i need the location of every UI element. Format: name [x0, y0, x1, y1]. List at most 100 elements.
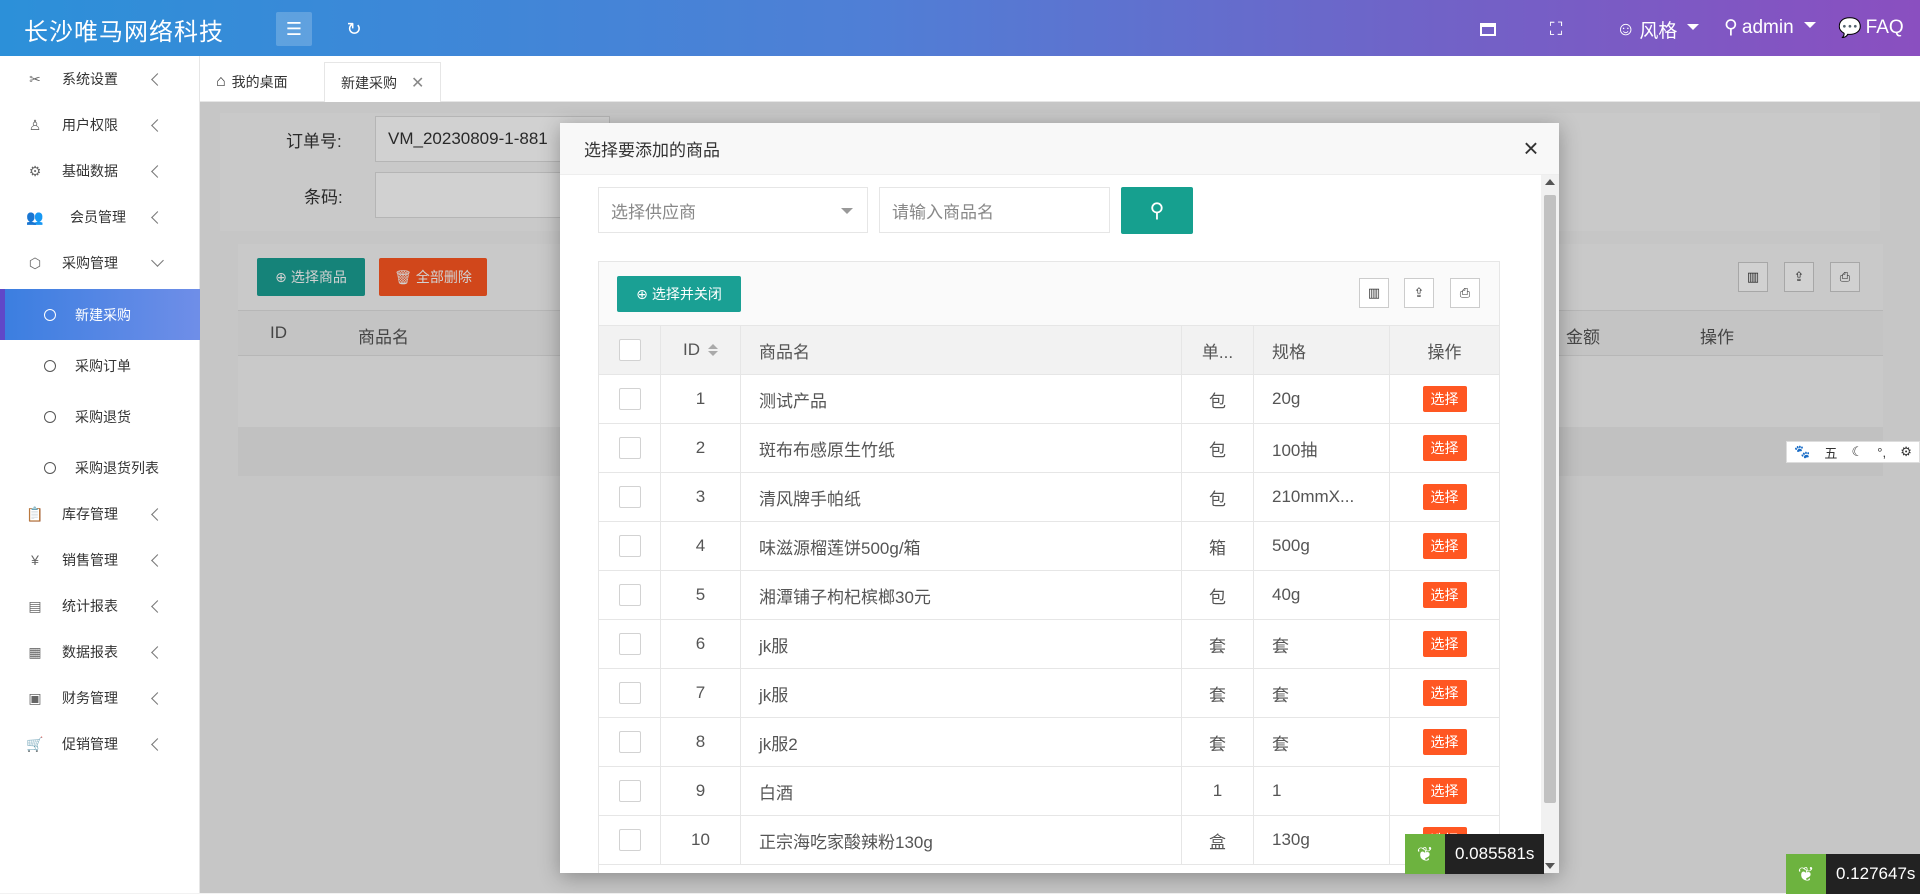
row-checkbox[interactable]	[618, 829, 641, 851]
faq-link[interactable]: 💬 FAQ	[1838, 16, 1904, 40]
row-checkbox[interactable]	[618, 486, 641, 508]
sidebar-item-finance[interactable]: ▣ 财务管理	[0, 675, 200, 721]
sidebar-item-data-reports[interactable]: ▦ 数据报表	[0, 629, 200, 675]
column-header-id[interactable]: ID	[661, 326, 741, 374]
cell-unit: 箱	[1182, 522, 1254, 570]
select-all-checkbox[interactable]	[618, 339, 641, 361]
scroll-up-icon[interactable]	[1545, 179, 1555, 185]
sidebar-item-basic-data[interactable]: ⚙ 基础数据	[0, 148, 200, 194]
chevron-left-icon	[151, 691, 164, 705]
chevron-left-icon	[151, 645, 164, 659]
tab-home[interactable]: ⌂ 我的桌面	[200, 62, 304, 102]
select-row-button[interactable]: 选择	[1422, 484, 1467, 510]
style-menu[interactable]: ☺ 风格	[1616, 16, 1700, 43]
table-row[interactable]: 1 测试产品包 20g 选择	[599, 375, 1499, 424]
modal-scrollbar[interactable]	[1541, 175, 1559, 873]
window-button[interactable]	[1470, 12, 1506, 46]
columns-button[interactable]: ▥	[1359, 278, 1389, 308]
sidebar-subitem-label: 采购退货列表	[75, 459, 159, 476]
scroll-thumb[interactable]	[1544, 195, 1556, 803]
row-checkbox[interactable]	[618, 388, 641, 410]
select-row-button[interactable]: 选择	[1422, 582, 1467, 608]
select-row-button[interactable]: 选择	[1422, 435, 1467, 461]
sidebar-item-inventory[interactable]: 📋 库存管理	[0, 491, 200, 537]
search-icon: ⚲	[1149, 200, 1165, 222]
sidebar-subitem-purchase-return[interactable]: 采购退货	[0, 391, 200, 442]
sidebar-item-label: 基础数据	[62, 163, 118, 179]
user-menu[interactable]: ⚲ admin	[1724, 16, 1816, 39]
app-logo: 长沙唯马网络科技	[24, 19, 224, 46]
row-checkbox[interactable]	[618, 584, 641, 606]
user-label: admin	[1741, 16, 1794, 38]
sidebar-item-promotion[interactable]: 🛒 促销管理	[0, 721, 200, 767]
cell-spec: 1	[1254, 767, 1390, 815]
sidebar-item-label: 销售管理	[62, 552, 118, 568]
home-icon: ⌂	[216, 73, 226, 90]
table-row[interactable]: 6 jk服套套选择	[599, 620, 1499, 669]
row-checkbox[interactable]	[618, 780, 641, 802]
row-checkbox[interactable]	[618, 633, 641, 655]
menu-toggle-button[interactable]: ☰	[276, 12, 312, 46]
sidebar-subitem-label: 新建采购	[75, 306, 131, 323]
cell-unit: 包	[1182, 424, 1254, 472]
sidebar-subitem-purchase-orders[interactable]: 采购订单	[0, 340, 200, 391]
sidebar-subitem-return-list[interactable]: 采购退货列表	[0, 442, 200, 493]
row-checkbox[interactable]	[618, 437, 641, 459]
cell-unit: 包	[1182, 375, 1254, 423]
chevron-left-icon	[151, 72, 164, 86]
select-and-close-button[interactable]: ⊕ 选择并关闭	[617, 276, 741, 312]
wallet-icon: ▣	[28, 689, 42, 706]
select-row-button[interactable]: 选择	[1422, 533, 1467, 559]
cell-id: 4	[661, 522, 741, 570]
sidebar-item-members[interactable]: 👥 会员管理	[0, 194, 200, 240]
select-row-button[interactable]: 选择	[1422, 631, 1467, 657]
goods-name-input[interactable]: 请输入商品名	[879, 187, 1110, 233]
chevron-left-icon	[151, 553, 164, 567]
cell-id: 10	[661, 816, 741, 864]
select-goods-modal: 选择要添加的商品 × 选择供应商 请输入商品名 ⚲ ⊕ 选择并关闭 ▥ ⇪ ⎙	[560, 123, 1559, 873]
table-row[interactable]: 5 湘潭铺子枸杞槟榔30元包 40g 选择	[599, 571, 1499, 620]
refresh-button[interactable]: ↻	[336, 12, 372, 46]
cell-action: 选择	[1390, 718, 1499, 766]
user-icon: ♙	[28, 116, 42, 133]
row-checkbox[interactable]	[618, 682, 641, 704]
table-row[interactable]: 3 清风牌手帕纸包 210mmX... 选择	[599, 473, 1499, 522]
select-row-button[interactable]: 选择	[1422, 729, 1467, 755]
caret-down-icon	[841, 208, 853, 214]
table-row[interactable]: 9 白酒 1 1 选择	[599, 767, 1499, 816]
search-button[interactable]: ⚲	[1121, 187, 1193, 234]
table-row[interactable]: 8 jk服2 套套选择	[599, 718, 1499, 767]
fullscreen-button[interactable]: ⛶	[1538, 12, 1574, 46]
table-row[interactable]: 10正宗海吃家酸辣粉130g盒130g选择	[599, 816, 1499, 865]
table-row[interactable]: 7 jk服套套选择	[599, 669, 1499, 718]
sidebar-item-label: 促销管理	[62, 736, 118, 752]
table-row[interactable]: 2 斑布布感原生竹纸包 100抽 选择	[599, 424, 1499, 473]
print-button[interactable]: ⎙	[1450, 278, 1480, 308]
row-checkbox[interactable]	[618, 535, 641, 557]
sidebar-item-system[interactable]: ✂ 系统设置	[0, 56, 200, 102]
cell-unit: 套	[1182, 669, 1254, 717]
ime-toolbar[interactable]: 🐾 五 ☾ °, ⚙	[1786, 441, 1920, 463]
column-header-unit: 单...	[1182, 326, 1254, 374]
cell-spec: 20g	[1254, 375, 1390, 423]
row-checkbox[interactable]	[618, 731, 641, 753]
tab-new-purchase[interactable]: 新建采购 ✕	[324, 62, 442, 102]
select-row-button[interactable]: 选择	[1422, 778, 1467, 804]
scroll-down-icon[interactable]	[1545, 863, 1555, 869]
cell-name: 测试产品	[741, 375, 1182, 423]
sidebar-item-purchase[interactable]: ⬡ 采购管理	[0, 240, 200, 286]
sidebar-item-statistics[interactable]: ▤ 统计报表	[0, 583, 200, 629]
sidebar-subitem-new-purchase[interactable]: 新建采购	[0, 289, 200, 340]
table-row[interactable]: 4 味滋源榴莲饼500g/箱箱 500g 选择	[599, 522, 1499, 571]
cell-unit: 盒	[1182, 816, 1254, 864]
table-toolbar: ⊕ 选择并关闭 ▥ ⇪ ⎙	[599, 262, 1499, 326]
export-button[interactable]: ⇪	[1404, 278, 1434, 308]
sidebar-item-permissions[interactable]: ♙ 用户权限	[0, 102, 200, 148]
supplier-select[interactable]: 选择供应商	[598, 187, 868, 233]
close-icon[interactable]: ✕	[411, 73, 424, 93]
cell-spec: 500g	[1254, 522, 1390, 570]
close-icon[interactable]: ×	[1519, 135, 1543, 161]
sidebar-item-sales[interactable]: ¥ 销售管理	[0, 537, 200, 583]
select-row-button[interactable]: 选择	[1422, 680, 1467, 706]
select-row-button[interactable]: 选择	[1422, 386, 1467, 412]
